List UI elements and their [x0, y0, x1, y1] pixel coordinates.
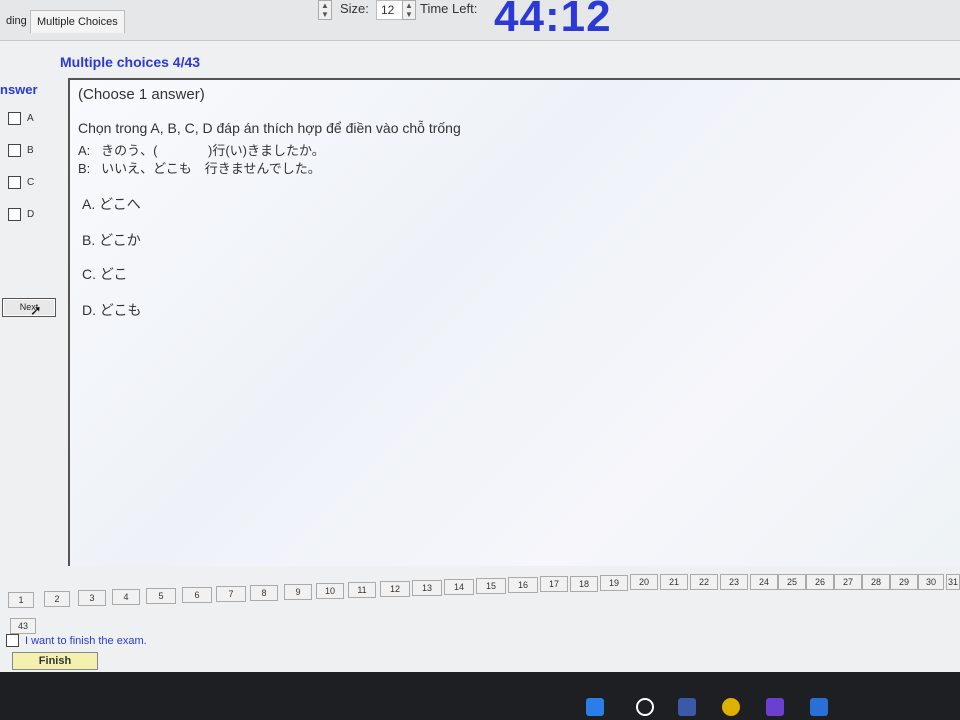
question-number-button[interactable]: 17 [540, 576, 568, 592]
exam-app-window: ding Multiple Choices ▲ ▼ Size: 12 ▲ ▼ Tim… [0, 0, 960, 672]
finish-exam-row[interactable]: I want to finish the exam. [6, 634, 147, 647]
question-number-button[interactable]: 6 [182, 587, 212, 603]
font-size-stepper[interactable]: ▲ ▼ [402, 0, 416, 20]
font-size-input[interactable]: 12 [376, 0, 404, 20]
answer-option-label: A [27, 113, 34, 124]
checkbox[interactable] [8, 176, 21, 189]
question-number-button[interactable]: 20 [630, 574, 658, 590]
answer-option-a[interactable]: A [8, 112, 34, 125]
mouse-cursor-icon: ➚ [30, 302, 42, 318]
question-number-button[interactable]: 1 [8, 592, 34, 608]
question-number-button[interactable]: 19 [600, 575, 628, 591]
question-number-button[interactable]: 15 [476, 578, 506, 594]
question-number-button[interactable]: 22 [690, 574, 718, 590]
question-instruction: (Choose 1 answer) [78, 86, 205, 103]
question-number-button[interactable]: 14 [444, 579, 474, 595]
question-number-button[interactable]: 24 [750, 574, 778, 590]
checkbox[interactable] [8, 144, 21, 157]
question-number-button[interactable]: 12 [380, 581, 410, 597]
section-title: Multiple choices 4/43 [60, 54, 201, 70]
visual-studio-icon[interactable] [766, 698, 784, 716]
question-number-button[interactable]: 11 [348, 582, 376, 598]
top-bar: ding Multiple Choices ▲ ▼ Size: 12 ▲ ▼ Tim… [0, 0, 960, 41]
chrome-icon[interactable] [722, 698, 740, 716]
choice-c: C. どこ [82, 266, 128, 282]
question-number-button[interactable]: 13 [412, 580, 442, 596]
question-number-button[interactable]: 23 [720, 574, 748, 590]
answer-option-b[interactable]: B [8, 144, 34, 157]
answer-option-label: C [27, 177, 35, 188]
answer-header: nswer [0, 82, 38, 97]
question-line-a: A: きのう、( )行(い)きましたか。 [78, 143, 325, 158]
question-number-button[interactable]: 8 [250, 585, 278, 601]
camera-icon[interactable] [678, 698, 696, 716]
size-label: Size: [340, 1, 369, 16]
countdown-timer: 44:12 [494, 0, 612, 41]
question-number-button[interactable]: 3 [78, 590, 106, 606]
question-number-button[interactable]: 29 [890, 574, 918, 590]
question-number-button[interactable]: 10 [316, 583, 344, 599]
question-number-button[interactable]: 43 [10, 618, 36, 634]
question-number-button[interactable]: 28 [862, 574, 890, 590]
question-number-button[interactable]: 2 [44, 591, 70, 607]
question-number-button[interactable]: 7 [216, 586, 246, 602]
answer-option-d[interactable]: D [8, 208, 34, 221]
question-number-button[interactable]: 25 [778, 574, 806, 590]
question-navigation: 1 2 3 4 5 6 7 8 9 10 11 12 13 14 15 16 1… [0, 574, 960, 634]
finish-checkbox[interactable] [6, 634, 19, 647]
spin-up-down-icon[interactable]: ▲ ▼ [318, 0, 332, 20]
question-prompt: Chọn trong A, B, C, D đáp án thích hợp đ… [78, 120, 461, 136]
checkbox[interactable] [8, 112, 21, 125]
finish-button[interactable]: Finish [12, 652, 98, 670]
search-icon[interactable] [636, 698, 654, 716]
question-number-button[interactable]: 18 [570, 576, 598, 592]
question-number-button[interactable]: 9 [284, 584, 312, 600]
question-number-button[interactable]: 16 [508, 577, 538, 593]
next-button[interactable]: Next [2, 298, 56, 317]
remote-desktop-icon[interactable] [810, 698, 828, 716]
choice-d: D. どこも [82, 302, 142, 318]
answer-option-c[interactable]: C [8, 176, 34, 189]
tab-reading[interactable]: ding [0, 10, 33, 32]
finish-checkbox-label: I want to finish the exam. [25, 634, 147, 647]
time-left-label: Time Left: [420, 1, 478, 16]
question-number-button[interactable]: 30 [918, 574, 944, 590]
question-number-button[interactable]: 5 [146, 588, 176, 604]
choice-a: A. どこへ [82, 196, 141, 212]
question-number-button[interactable]: 27 [834, 574, 862, 590]
question-panel: (Choose 1 answer) Chọn trong A, B, C, D … [68, 78, 960, 566]
question-line-b: B: いいえ、どこも 行きませんでした。 [78, 161, 321, 176]
choice-b: B. どこか [82, 232, 141, 248]
question-number-button[interactable]: 26 [806, 574, 834, 590]
answer-option-label: D [27, 209, 35, 220]
tab-multiple-choices[interactable]: Multiple Choices [30, 10, 125, 33]
checkbox[interactable] [8, 208, 21, 221]
question-number-button[interactable]: 31 [946, 574, 960, 590]
windows-start-icon[interactable] [586, 698, 604, 716]
answer-option-label: B [27, 145, 34, 156]
question-number-button[interactable]: 4 [112, 589, 140, 605]
question-number-button[interactable]: 21 [660, 574, 688, 590]
